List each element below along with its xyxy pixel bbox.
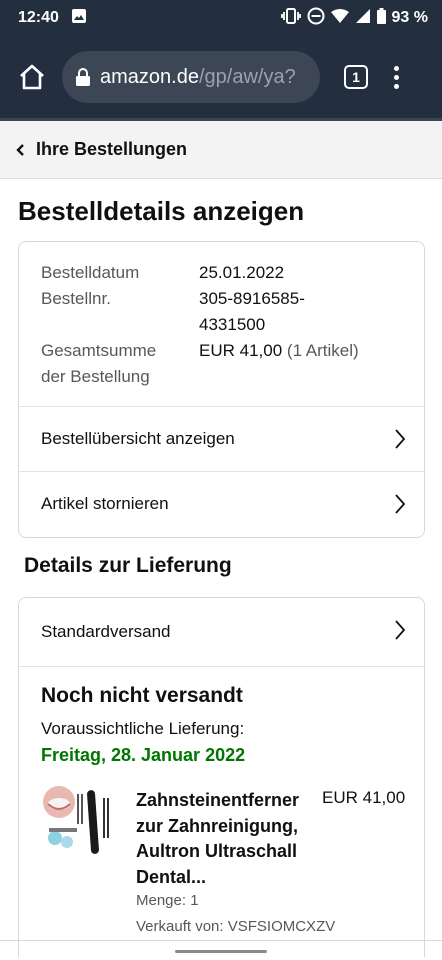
- delivery-section-title: Details zur Lieferung: [24, 554, 232, 577]
- expected-delivery-date: Freitag, 28. Januar 2022: [41, 745, 246, 765]
- product-quantity: Menge: 1: [136, 892, 199, 909]
- order-total-amount: EUR 41,00: [199, 341, 283, 360]
- image-notification-icon: [71, 8, 87, 29]
- order-summary-link-label: Bestellübersicht anzeigen: [41, 429, 235, 448]
- status-bar: 12:40 93 %: [0, 0, 442, 36]
- order-date-label: Bestelldatum: [41, 263, 140, 282]
- do-not-disturb-icon: [307, 7, 325, 30]
- home-icon: [20, 64, 44, 90]
- menu-dot-icon: [394, 83, 399, 89]
- order-info: Bestelldatum 25.01.2022 Bestellnr. 305-8…: [41, 260, 404, 390]
- shipment-status: Noch nicht versandt: [41, 684, 243, 707]
- status-time: 12:40: [18, 9, 59, 26]
- gesture-home-indicator[interactable]: [175, 950, 267, 953]
- vibrate-icon: [280, 7, 301, 29]
- tab-switcher-button[interactable]: 1: [344, 65, 368, 89]
- divider: [19, 666, 424, 667]
- breadcrumb[interactable]: Ihre Bestellungen: [0, 121, 442, 179]
- signal-icon: [355, 8, 371, 29]
- product-title-line: zur Zahnreinigung,: [136, 815, 298, 836]
- cancel-items-link[interactable]: Artikel stornieren: [19, 471, 424, 536]
- chevron-left-icon: [16, 143, 26, 157]
- address-bar[interactable]: amazon.de/gp/aw/ya?: [62, 51, 320, 103]
- order-item-count: (1 Artikel): [286, 341, 359, 360]
- order-total-label: Gesamtsumme der Bestellung: [41, 338, 199, 390]
- url-host: amazon.de: [100, 65, 199, 88]
- chevron-right-icon: [394, 619, 406, 641]
- product-seller: Verkauft von: VSFSIOMCXZV: [136, 918, 336, 935]
- cancel-items-link-label: Artikel stornieren: [41, 494, 169, 513]
- page-title: Bestelldetails anzeigen: [18, 196, 305, 226]
- product-title-line: Dental...: [136, 866, 207, 887]
- expected-delivery-label: Voraussichtliche Lieferung:: [41, 719, 245, 738]
- order-number-label: Bestellnr.: [41, 289, 111, 308]
- product-price: EUR 41,00: [322, 788, 406, 807]
- order-summary-link[interactable]: Bestellübersicht anzeigen: [19, 406, 424, 471]
- order-number-line2: 4331500: [199, 315, 266, 334]
- product-title-line: Aultron Ultraschall: [136, 841, 298, 861]
- menu-dot-icon: [394, 65, 399, 71]
- product-title-line: Zahnsteinentferner: [136, 790, 300, 810]
- delivery-card: Standardversand Noch nicht versandt Vora…: [18, 597, 425, 957]
- order-number-line1: 305-8916585-: [199, 289, 305, 308]
- menu-dot-icon: [394, 74, 399, 80]
- lock-icon: [76, 68, 90, 86]
- shipping-method-link[interactable]: Standardversand: [19, 598, 424, 666]
- chevron-right-icon: [394, 428, 406, 450]
- order-total-label-line1: Gesamtsumme: [41, 341, 157, 360]
- order-number-value: 305-8916585- 4331500: [199, 286, 404, 338]
- shipping-method-label: Standardversand: [41, 622, 171, 641]
- breadcrumb-label: Ihre Bestellungen: [36, 139, 188, 159]
- wifi-icon: [330, 8, 349, 29]
- navigation-bar-divider: [0, 940, 442, 941]
- battery-icon: [376, 7, 386, 29]
- chevron-right-icon: [394, 493, 406, 515]
- home-button[interactable]: [12, 57, 52, 97]
- browser-menu-button[interactable]: [394, 65, 399, 89]
- battery-level: 93 %: [391, 9, 428, 26]
- browser-toolbar: amazon.de/gp/aw/ya? 1: [0, 36, 442, 118]
- order-total-label-line2: der Bestellung: [41, 367, 150, 386]
- order-total-value: EUR 41,00 (1 Artikel): [199, 338, 404, 390]
- order-date-value: 25.01.2022: [199, 263, 285, 282]
- url-path: /gp/aw/ya?: [198, 65, 296, 88]
- order-summary-card: Bestelldatum 25.01.2022 Bestellnr. 305-8…: [18, 241, 425, 538]
- product-title-link[interactable]: Zahnsteinentferner zur Zahnreinigung, Au…: [136, 788, 321, 890]
- product-image[interactable]: [41, 784, 117, 860]
